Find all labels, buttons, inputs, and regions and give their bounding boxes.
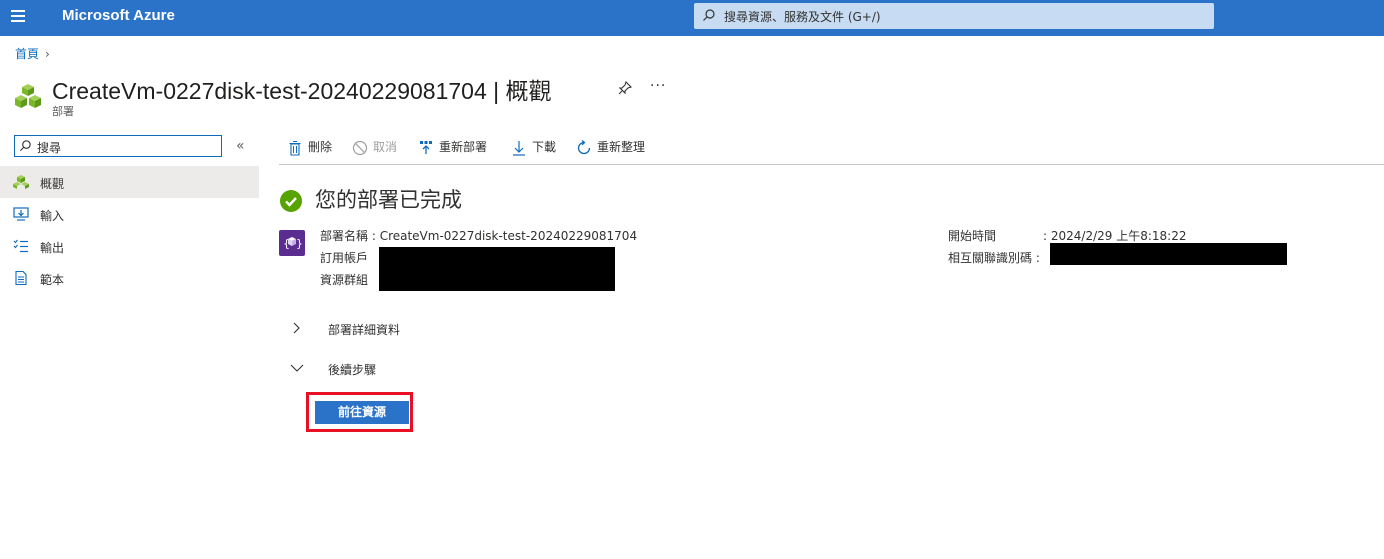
breadcrumb: 首頁 › <box>15 45 50 62</box>
sidebar-search-input[interactable]: 搜尋 <box>14 135 222 157</box>
correlation-id-row: 相互關聯識別碼 : <box>948 251 1040 265</box>
start-time-value: 2024/2/29 上午8:18:22 <box>1050 229 1187 243</box>
sidebar-item-label: 輸出 <box>40 241 65 255</box>
template-icon <box>15 271 27 285</box>
refresh-button[interactable]: 重新整理 <box>576 138 645 156</box>
trash-icon <box>289 140 301 156</box>
svg-text:}: } <box>296 237 303 250</box>
top-bar: Microsoft Azure 搜尋資源、服務及文件 (G+/) <box>0 0 1384 36</box>
collapse-sidebar-icon[interactable]: « <box>236 138 245 154</box>
overview-icon <box>13 175 29 189</box>
inputs-icon <box>13 207 29 221</box>
redeploy-button[interactable]: 重新部署 <box>418 138 487 156</box>
correlation-id-label: 相互關聯識別碼 <box>948 251 1033 265</box>
start-time-label: 開始時間 <box>948 229 997 243</box>
delete-button[interactable]: 刪除 <box>287 138 332 156</box>
success-check-icon <box>280 190 302 212</box>
deployment-name-value: CreateVm-0227disk-test-20240229081704 <box>379 229 638 243</box>
start-time-row: : 2024/2/29 上午8:18:22 <box>1043 229 1187 243</box>
refresh-icon <box>577 139 591 154</box>
go-to-resource-button[interactable]: 前往資源 <box>315 401 409 424</box>
deployment-icon: {} <box>279 230 305 256</box>
outputs-icon <box>13 239 28 253</box>
brand-name[interactable]: Microsoft Azure <box>62 7 175 24</box>
deployment-cubes-icon <box>15 84 41 108</box>
global-search-placeholder: 搜尋資源、服務及文件 (G+/) <box>724 10 881 24</box>
page-title: CreateVm-0227disk-test-20240229081704 | … <box>52 78 552 104</box>
sidebar-item-outputs[interactable]: 輸出 <box>0 230 259 262</box>
deployment-details-label: 部署詳細資料 <box>328 323 401 337</box>
cancel-button[interactable]: 取消 <box>352 138 397 156</box>
chevron-right-icon <box>293 322 300 334</box>
more-options-icon[interactable]: ··· <box>650 78 666 94</box>
deployment-status-heading: 您的部署已完成 <box>315 188 462 212</box>
download-button[interactable]: 下載 <box>511 138 556 156</box>
breadcrumb-home[interactable]: 首頁 <box>15 47 39 61</box>
sidebar-item-label: 概觀 <box>40 177 65 191</box>
redacted-block <box>379 247 615 291</box>
search-icon <box>19 140 31 152</box>
global-search-input[interactable]: 搜尋資源、服務及文件 (G+/) <box>694 3 1214 29</box>
search-icon <box>703 9 715 21</box>
cancel-icon <box>352 140 368 155</box>
resource-group-label: 資源群組 <box>320 273 369 287</box>
download-label: 下載 <box>532 140 557 154</box>
redacted-block <box>1050 243 1287 265</box>
sidebar-item-overview[interactable]: 概觀 <box>0 166 259 198</box>
cube-braces-icon: {} <box>283 237 303 250</box>
deployment-name-row: 部署名稱 : CreateVm-0227disk-test-2024022908… <box>320 229 638 243</box>
page-subtitle: 部署 <box>52 105 74 118</box>
sidebar-item-template[interactable]: 範本 <box>0 262 259 294</box>
sidebar-item-inputs[interactable]: 輸入 <box>0 198 259 230</box>
subscription-label: 訂用帳戶 <box>320 251 369 265</box>
redeploy-icon <box>420 140 432 154</box>
sidebar-search-value: 搜尋 <box>37 141 62 155</box>
sidebar-item-label: 輸入 <box>40 209 65 223</box>
chevron-right-icon: › <box>45 47 50 61</box>
delete-label: 刪除 <box>308 140 333 154</box>
next-steps-label: 後續步驟 <box>328 363 377 377</box>
sidebar-item-label: 範本 <box>40 273 65 287</box>
pin-icon[interactable] <box>617 80 633 96</box>
refresh-label: 重新整理 <box>597 140 646 154</box>
command-bar: 刪除 取消 重新部署 下載 重新整理 <box>279 130 1384 165</box>
download-icon <box>513 140 525 156</box>
chevron-down-icon <box>290 364 304 372</box>
menu-icon[interactable] <box>11 10 25 24</box>
deployment-name-label: 部署名稱 <box>320 229 369 243</box>
redeploy-label: 重新部署 <box>439 140 488 154</box>
cancel-label: 取消 <box>373 140 398 154</box>
